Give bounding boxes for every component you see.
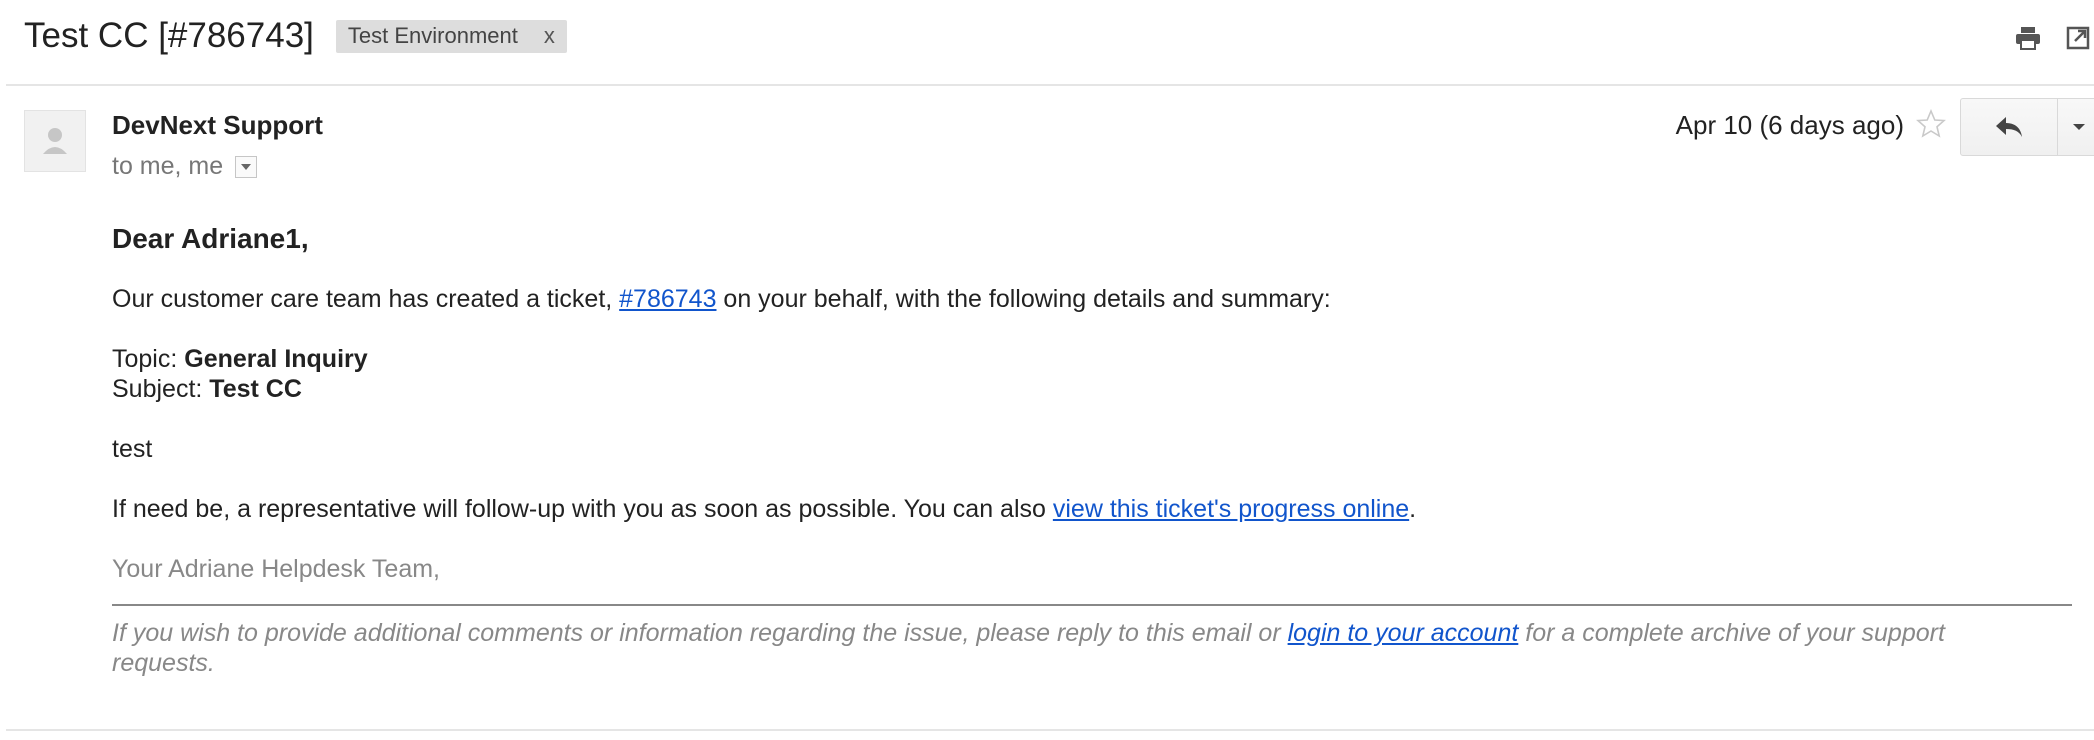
recipients-text: to me, me — [112, 152, 224, 180]
followup-paragraph: If need be, a representative will follow… — [112, 494, 2072, 524]
person-icon — [43, 128, 67, 154]
header-divider — [6, 84, 2094, 86]
subject-label: Subject: — [112, 375, 210, 403]
label-chip-text: Test Environment — [347, 23, 518, 48]
greeting: Dear Adriane1, — [112, 223, 309, 254]
intro-text-before: Our customer care team has created a tic… — [112, 285, 620, 313]
star-outline-icon — [1916, 109, 1946, 138]
subject-value: Test CC — [209, 375, 302, 403]
caret-down-icon — [2072, 124, 2085, 130]
print-icon[interactable] — [2012, 22, 2044, 54]
intro-paragraph: Our customer care team has created a tic… — [112, 284, 2072, 314]
label-chip-test-environment[interactable]: Test Environment x — [335, 19, 567, 53]
reply-button[interactable] — [1960, 98, 2058, 156]
more-options-button[interactable] — [2058, 98, 2094, 156]
remove-label-button[interactable]: x — [544, 23, 555, 49]
thread-header: Test CC [#786743] Test Environment x — [24, 14, 567, 58]
show-details-button[interactable] — [235, 155, 258, 178]
email-subject: Test CC [#786743] — [24, 16, 314, 55]
footer-text-before: If you wish to provide additional commen… — [112, 619, 1288, 647]
reply-arrow-icon — [1996, 117, 2022, 137]
topic-line: Topic: General Inquiry — [112, 344, 2072, 374]
intro-text-after: on your behalf, with the following detai… — [716, 285, 1331, 313]
avatar — [24, 110, 86, 172]
thread-toolbar — [2012, 22, 2094, 54]
signature: Your Adriane Helpdesk Team, — [112, 555, 440, 583]
body-text: test — [112, 435, 153, 463]
caret-down-icon — [241, 163, 252, 170]
ticket-number-link[interactable]: #786743 — [619, 285, 716, 313]
topic-value: General Inquiry — [184, 345, 368, 373]
recipients-line: to me, me — [112, 152, 258, 181]
followup-text-after: . — [1409, 495, 1417, 523]
subject-line: Subject: Test CC — [112, 374, 2072, 404]
message-date[interactable]: Apr 10 (6 days ago) — [1676, 110, 1904, 141]
view-progress-link[interactable]: view this ticket's progress online — [1053, 495, 1409, 523]
signature-divider — [112, 604, 2072, 606]
topic-label: Topic: — [112, 345, 185, 373]
message-divider — [6, 729, 2094, 731]
open-in-new-window-icon[interactable] — [2062, 22, 2094, 54]
email-body: Dear Adriane1, Our customer care team ha… — [112, 224, 2072, 584]
followup-text-before: If need be, a representative will follow… — [112, 495, 1053, 523]
reply-button-group — [1960, 98, 2094, 156]
login-account-link[interactable]: login to your account — [1288, 619, 1519, 647]
star-button[interactable] — [1915, 106, 1947, 142]
footer-note: If you wish to provide additional commen… — [112, 618, 2042, 678]
sender-name[interactable]: DevNext Support — [112, 110, 323, 141]
